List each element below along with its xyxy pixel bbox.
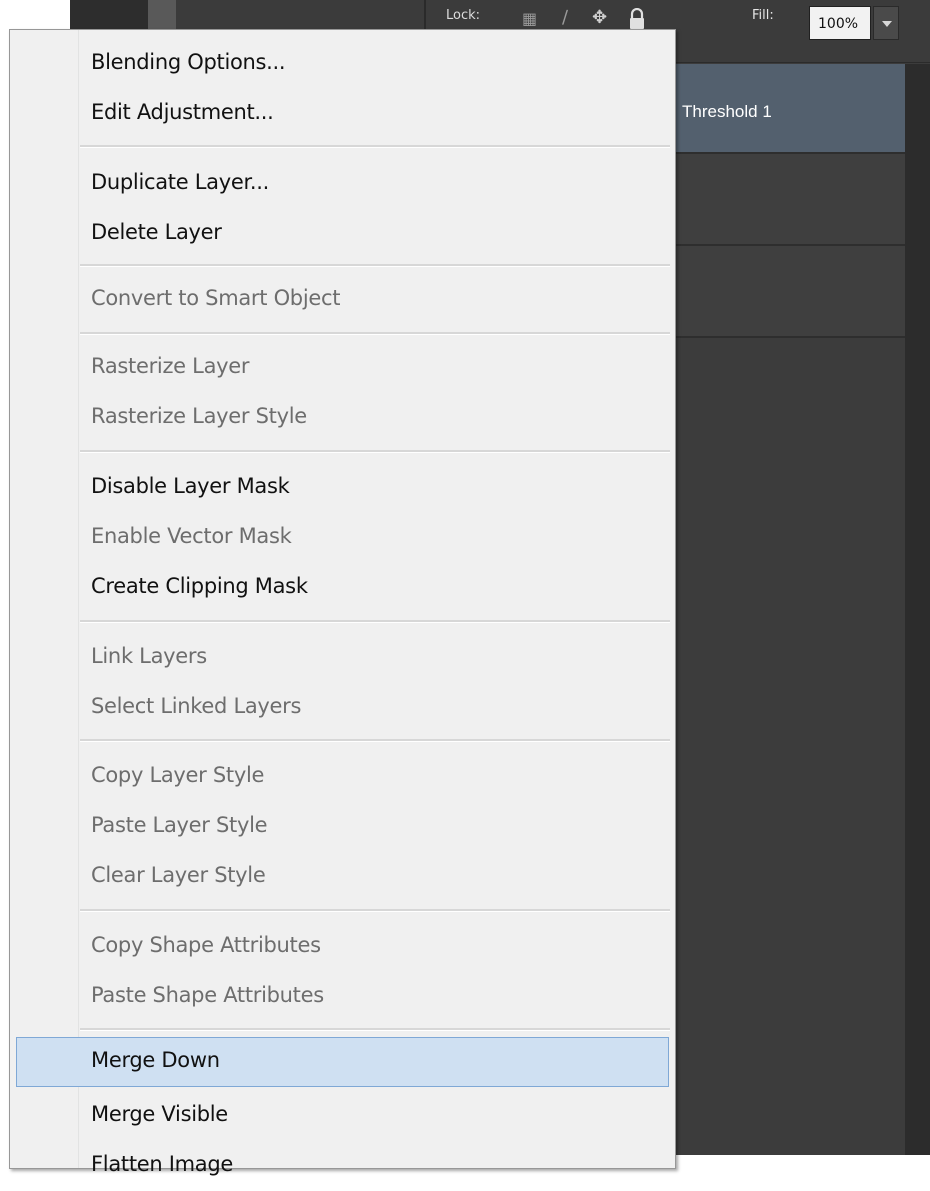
menu-item-duplicate-layer[interactable]: Duplicate Layer... — [10, 159, 675, 209]
menu-item-label: Disable Layer Mask — [91, 474, 290, 498]
menu-item-label: Edit Adjustment... — [91, 100, 274, 124]
menu-item-blending-options[interactable]: Blending Options... — [10, 39, 675, 89]
menu-item-label: Rasterize Layer Style — [91, 404, 307, 428]
menu-item-label: Convert to Smart Object — [91, 286, 341, 310]
lock-image-pixels-icon[interactable]: ∕ — [562, 7, 568, 28]
menu-separator — [80, 1028, 670, 1031]
layer-context-menu: Blending Options... Edit Adjustment... D… — [9, 29, 676, 1176]
lock-position-icon[interactable]: ✥ — [592, 7, 607, 28]
menu-item-merge-down[interactable]: Merge Down — [16, 1037, 669, 1087]
menu-item-create-clipping-mask[interactable]: Create Clipping Mask — [10, 563, 675, 613]
menu-item-rasterize-layer[interactable]: Rasterize Layer — [10, 343, 675, 393]
menu-item-enable-vector-mask[interactable]: Enable Vector Mask — [10, 513, 675, 563]
menu-item-label: Rasterize Layer — [91, 354, 250, 378]
menu-item-label: Merge Down — [91, 1048, 220, 1072]
layers-scrollbar[interactable] — [905, 64, 930, 1155]
menu-item-label: Copy Shape Attributes — [91, 933, 321, 957]
menu-item-delete-layer[interactable]: Delete Layer — [10, 209, 675, 259]
menu-item-label: Copy Layer Style — [91, 763, 265, 787]
menu-item-label: Duplicate Layer... — [91, 170, 269, 194]
menu-item-label: Clear Layer Style — [91, 863, 266, 887]
menu-item-label: Blending Options... — [91, 50, 286, 74]
menu-item-copy-layer-style[interactable]: Copy Layer Style — [10, 752, 675, 802]
menu-item-disable-layer-mask[interactable]: Disable Layer Mask — [10, 463, 675, 513]
menu-item-copy-shape-attributes[interactable]: Copy Shape Attributes — [10, 922, 675, 972]
menu-item-label: Merge Visible — [91, 1102, 228, 1126]
menu-item-label: Delete Layer — [91, 220, 222, 244]
menu-item-select-linked-layers[interactable]: Select Linked Layers — [10, 683, 675, 733]
menu-item-paste-layer-style[interactable]: Paste Layer Style — [10, 802, 675, 852]
menu-item-link-layers[interactable]: Link Layers — [10, 633, 675, 683]
menu-item-rasterize-layer-style[interactable]: Rasterize Layer Style — [10, 393, 675, 443]
menu-item-flatten-image[interactable]: Flatten Image — [10, 1141, 675, 1191]
menu-item-label: Flatten Image — [91, 1152, 234, 1176]
fill-dropdown-button[interactable] — [873, 6, 899, 40]
lock-all-icon[interactable] — [628, 7, 646, 30]
menu-separator — [80, 145, 670, 148]
menu-separator — [80, 264, 670, 267]
menu-item-label: Enable Vector Mask — [91, 524, 292, 548]
menu-separator — [80, 909, 670, 912]
fill-opacity-field[interactable]: 100% — [809, 6, 871, 40]
menu-item-convert-to-smart-object[interactable]: Convert to Smart Object — [10, 275, 675, 325]
lock-transparent-pixels-icon[interactable]: ▦ — [522, 9, 537, 28]
fill-label: Fill: — [752, 8, 774, 23]
menu-item-label: Link Layers — [91, 644, 207, 668]
menu-separator — [80, 620, 670, 623]
menu-item-edit-adjustment[interactable]: Edit Adjustment... — [10, 89, 675, 139]
menu-separator — [80, 739, 670, 742]
menu-separator — [80, 332, 670, 335]
menu-item-label: Paste Shape Attributes — [91, 983, 324, 1007]
lock-label: Lock: — [446, 8, 481, 23]
menu-item-merge-visible[interactable]: Merge Visible — [10, 1091, 675, 1141]
menu-item-label: Paste Layer Style — [91, 813, 268, 837]
menu-item-label: Create Clipping Mask — [91, 574, 308, 598]
menu-item-label: Select Linked Layers — [91, 694, 302, 718]
menu-separator — [80, 450, 670, 453]
menu-item-paste-shape-attributes[interactable]: Paste Shape Attributes — [10, 972, 675, 1022]
menu-item-clear-layer-style[interactable]: Clear Layer Style — [10, 852, 675, 902]
layer-name: Threshold 1 — [682, 102, 772, 121]
